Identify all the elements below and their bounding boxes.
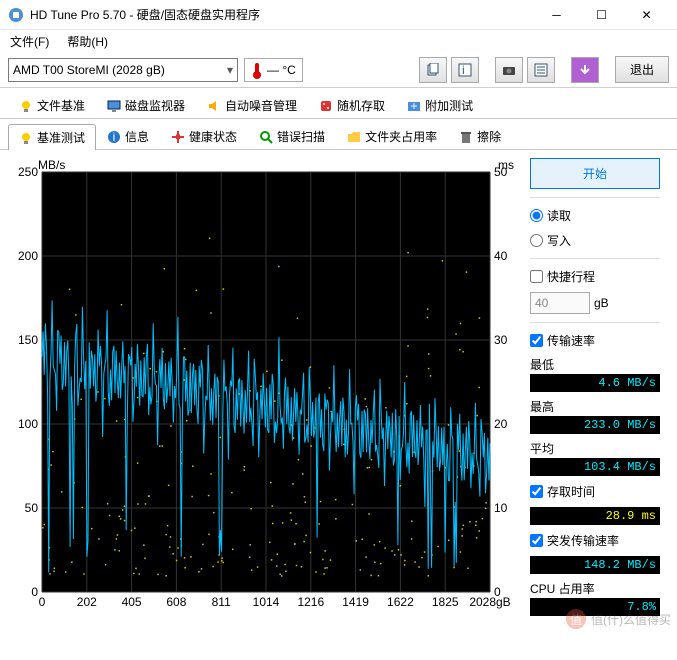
svg-text:40: 40 (494, 249, 508, 263)
settings-button[interactable] (527, 57, 555, 83)
monitor-icon (107, 99, 121, 113)
svg-text:1419: 1419 (342, 595, 369, 609)
avg-label: 平均 (530, 440, 660, 457)
svg-text:2028gB: 2028gB (469, 595, 510, 609)
max-label: 最高 (530, 398, 660, 415)
copy-info-button[interactable]: i (451, 57, 479, 83)
svg-text:30: 30 (494, 333, 508, 347)
tab-擦除[interactable]: 擦除 (448, 123, 512, 149)
svg-text:200: 200 (18, 249, 38, 263)
menu-bar: 文件(F) 帮助(H) (0, 30, 677, 52)
toolbar: AMD T00 StoreMI (2028 gB) — °C i 退出 (0, 52, 677, 88)
read-radio[interactable]: 读取 (530, 206, 660, 225)
tab-健康状态[interactable]: 健康状态 (160, 123, 248, 149)
save-button[interactable] (571, 57, 599, 83)
speaker-icon (207, 99, 221, 113)
tab-磁盘监视器[interactable]: 磁盘监视器 (96, 92, 196, 118)
screenshot-button[interactable] (495, 57, 523, 83)
svg-text:250: 250 (18, 165, 38, 179)
svg-text:405: 405 (122, 595, 142, 609)
min-label: 最低 (530, 356, 660, 373)
tab-自动噪音管理[interactable]: 自动噪音管理 (196, 92, 308, 118)
svg-text:150: 150 (18, 333, 38, 347)
svg-text:0: 0 (31, 585, 38, 599)
svg-text:+: + (411, 99, 418, 113)
tab-随机存取[interactable]: 随机存取 (308, 92, 396, 118)
svg-text:i: i (113, 130, 116, 144)
tab-文件夹占用率[interactable]: 文件夹占用率 (336, 123, 448, 149)
svg-text:1825: 1825 (432, 595, 459, 609)
drive-select[interactable]: AMD T00 StoreMI (2028 gB) (8, 58, 238, 82)
exit-button[interactable]: 退出 (615, 56, 669, 83)
shortstroke-input (530, 292, 590, 314)
drive-select-value: AMD T00 StoreMI (2028 gB) (13, 63, 165, 77)
plus-icon: + (407, 99, 421, 113)
svg-text:1014: 1014 (253, 595, 280, 609)
tabs-row-1: 文件基准磁盘监视器自动噪音管理随机存取+附加测试 (0, 88, 677, 119)
tab-错误扫描[interactable]: 错误扫描 (248, 123, 336, 149)
shortstroke-check[interactable]: 快捷行程 (530, 267, 660, 286)
write-radio[interactable]: 写入 (530, 231, 660, 250)
bulb-icon (19, 131, 33, 145)
tab-文件基准[interactable]: 文件基准 (8, 92, 96, 118)
watermark: 值 值(什)么值得买 (565, 608, 671, 630)
benchmark-chart: MB/s ms 250200150100500 50403020100 0202… (8, 158, 518, 618)
info-icon: i (107, 130, 121, 144)
access-check[interactable]: 存取时间 (530, 482, 660, 501)
access-value: 28.9 ms (530, 507, 660, 525)
svg-text:20: 20 (494, 417, 508, 431)
burst-value: 148.2 MB/s (530, 556, 660, 574)
chart-svg: 250200150100500 50403020100 020240560881… (8, 158, 518, 618)
window-title: HD Tune Pro 5.70 - 硬盘/固态硬盘实用程序 (30, 6, 534, 23)
tab-基准测试[interactable]: 基准测试 (8, 124, 96, 150)
trash-icon (459, 130, 473, 144)
svg-text:值: 值 (570, 612, 582, 627)
svg-text:202: 202 (77, 595, 97, 609)
svg-text:0: 0 (39, 595, 46, 609)
search-icon (259, 130, 273, 144)
copy-text-button[interactable] (419, 57, 447, 83)
maximize-button[interactable]: ☐ (579, 1, 624, 29)
health-icon (171, 130, 185, 144)
title-bar: HD Tune Pro 5.70 - 硬盘/固态硬盘实用程序 ─ ☐ ✕ (0, 0, 677, 30)
temperature-display: — °C (244, 58, 303, 82)
bulb-icon (19, 99, 33, 113)
svg-text:1216: 1216 (297, 595, 324, 609)
svg-text:608: 608 (166, 595, 186, 609)
svg-text:i: i (462, 63, 465, 77)
cpu-label: CPU 占用率 (530, 580, 660, 597)
svg-text:1622: 1622 (387, 595, 414, 609)
tabs-row-2: 基准测试i信息健康状态错误扫描文件夹占用率擦除 (0, 119, 677, 150)
min-value: 4.6 MB/s (530, 374, 660, 392)
svg-text:50: 50 (25, 501, 39, 515)
transfer-check[interactable]: 传输速率 (530, 331, 660, 350)
avg-value: 103.4 MB/s (530, 458, 660, 476)
side-panel: 开始 读取 写入 快捷行程 gB 传输速率 最低4.6 MB/s 最高233.0… (530, 158, 660, 652)
menu-file[interactable]: 文件(F) (6, 31, 53, 52)
svg-text:50: 50 (494, 165, 508, 179)
start-button[interactable]: 开始 (530, 158, 660, 189)
svg-text:100: 100 (18, 417, 38, 431)
close-button[interactable]: ✕ (624, 1, 669, 29)
tab-信息[interactable]: i信息 (96, 123, 160, 149)
thermometer-icon (251, 61, 263, 79)
svg-text:811: 811 (212, 595, 231, 609)
svg-text:10: 10 (494, 501, 508, 515)
max-value: 233.0 MB/s (530, 416, 660, 434)
minimize-button[interactable]: ─ (534, 1, 579, 29)
menu-help[interactable]: 帮助(H) (63, 31, 112, 52)
folder-icon (347, 130, 361, 144)
dice-icon (319, 99, 333, 113)
app-icon (8, 7, 24, 23)
burst-check[interactable]: 突发传输速率 (530, 531, 660, 550)
tab-附加测试[interactable]: +附加测试 (396, 92, 484, 118)
